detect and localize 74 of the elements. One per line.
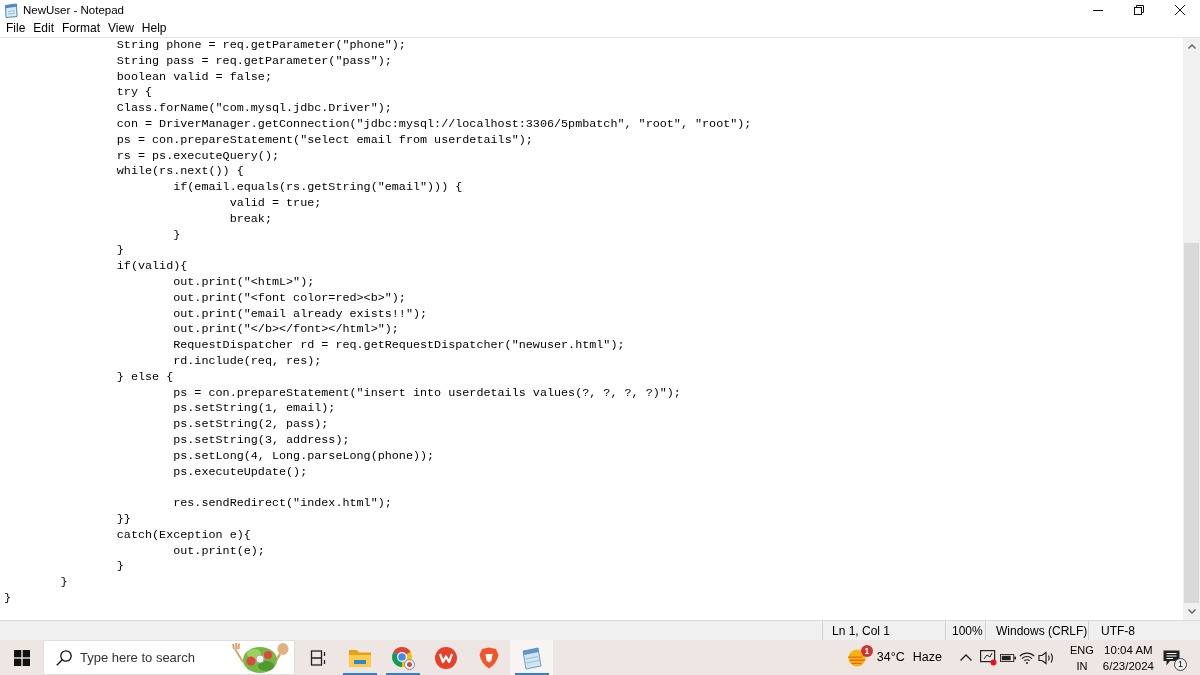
- code-line: rd.include(req, res);: [173, 353, 322, 370]
- language-code[interactable]: ENG: [1070, 641, 1094, 658]
- code-line: out.print("email already exists!!");: [173, 306, 428, 323]
- code-line: ps.executeUpdate();: [173, 464, 308, 481]
- minimize-icon[interactable]: [1092, 9, 1103, 11]
- clock-date[interactable]: 6/23/2024: [1102, 657, 1154, 674]
- menu-item[interactable]: Format: [58, 21, 105, 36]
- code-line: valid = true;: [229, 195, 322, 212]
- code-line: while(rs.next()) {: [116, 164, 244, 181]
- battery-icon[interactable]: [1000, 653, 1016, 662]
- search-field[interactable]: Type here to search: [43, 640, 295, 675]
- code-line: res.sendRedirect("index.html");: [173, 496, 392, 512]
- code-line: out.print(e);: [173, 543, 265, 560]
- code-line: out.print("<htmL>");: [173, 274, 315, 291]
- code-line: catch(Exception e){: [116, 527, 251, 544]
- folder-icon: [348, 648, 371, 667]
- code-line: boolean valid = false;: [116, 69, 272, 86]
- code-line: ps.setLong(4, Long.parseLong(phone));: [173, 448, 435, 465]
- menu-item[interactable]: View: [104, 21, 138, 36]
- zigzag-logo-icon: [434, 646, 457, 669]
- code-line: }: [173, 227, 181, 244]
- code-line: }: [60, 575, 68, 591]
- close-icon[interactable]: [1174, 5, 1185, 15]
- search-icon: [56, 649, 72, 666]
- scrollbar[interactable]: [1183, 38, 1200, 620]
- scrollbar-thumb[interactable]: [1184, 243, 1199, 603]
- window-title: NewUser - Notepad: [23, 3, 124, 17]
- code-line: ps = con.prepareStatement("select email from userdetails");: [116, 132, 533, 149]
- code-line: if(valid){: [116, 259, 188, 275]
- code-line: ps.setString(1, email);: [173, 401, 336, 418]
- weather-badge: 1: [860, 644, 873, 657]
- code-line: break;: [229, 211, 272, 228]
- code-line: out.print("<font color=red><b>");: [173, 290, 406, 307]
- temperature[interactable]: 34°C: [876, 648, 905, 667]
- taskbar-button[interactable]: [510, 640, 553, 675]
- menu-item[interactable]: Help: [137, 21, 171, 36]
- code-line: RequestDispatcher rd = req.getRequestDispatcher("newuser.html");: [173, 338, 625, 354]
- weather-condition[interactable]: Haze: [912, 648, 942, 667]
- salad-bowl-icon[interactable]: [230, 641, 290, 674]
- search-input[interactable]: Type here to search: [80, 647, 226, 668]
- windows-logo-icon[interactable]: [13, 649, 30, 666]
- code-line: if(email.equals(rs.getString("email"))) {: [173, 180, 463, 196]
- code-line: }: [116, 243, 124, 260]
- code-line: }: [4, 590, 12, 607]
- code-line: out.print("</b></font></html>");: [173, 322, 399, 339]
- code-line: ps.setString(3, address);: [173, 432, 350, 449]
- restore-icon[interactable]: [1133, 5, 1144, 15]
- code-line: } else {: [116, 369, 174, 386]
- screen-icon[interactable]: [980, 649, 997, 666]
- code-line: con = DriverManager.getConnection("jdbc:mysql://localhost:3306/5pmbatch", "root", "root");: [116, 117, 752, 133]
- code-line: ps = con.prepareStatement("insert into userdetails values(?, ?, ?, ?)");: [173, 385, 681, 402]
- code-line: rs = ps.executeQuery();: [116, 148, 279, 165]
- menu-item[interactable]: File: [2, 21, 30, 36]
- region-code[interactable]: IN: [1076, 657, 1088, 674]
- code-line: String phone = req.getParameter("phone");: [116, 38, 406, 54]
- notepad-icon: [4, 2, 18, 18]
- notification-badge: 1: [1174, 657, 1187, 671]
- clock-time[interactable]: 10:04 AM: [1104, 641, 1153, 658]
- notepad-icon: [519, 645, 544, 670]
- chevron-up-icon[interactable]: [1187, 44, 1196, 49]
- code-line: }}: [116, 511, 131, 528]
- round-logo-icon: [390, 645, 415, 670]
- code-line: try {: [116, 85, 153, 102]
- wifi-icon[interactable]: [1019, 651, 1035, 664]
- code-line: Class.forName("com.mysql.jdbc.Driver");: [116, 101, 392, 117]
- shield-icon: [478, 646, 499, 669]
- code-line: }: [116, 559, 124, 576]
- code-line: String pass = req.getParameter("pass");: [116, 53, 392, 70]
- chevron-down-icon[interactable]: [1187, 609, 1196, 614]
- message-icon[interactable]: [1163, 649, 1180, 666]
- chevron-up-icon[interactable]: [960, 654, 972, 661]
- menu-item[interactable]: Edit: [29, 21, 59, 36]
- code-line: ps.setString(2, pass);: [173, 417, 329, 433]
- speaker-icon[interactable]: [1038, 650, 1055, 665]
